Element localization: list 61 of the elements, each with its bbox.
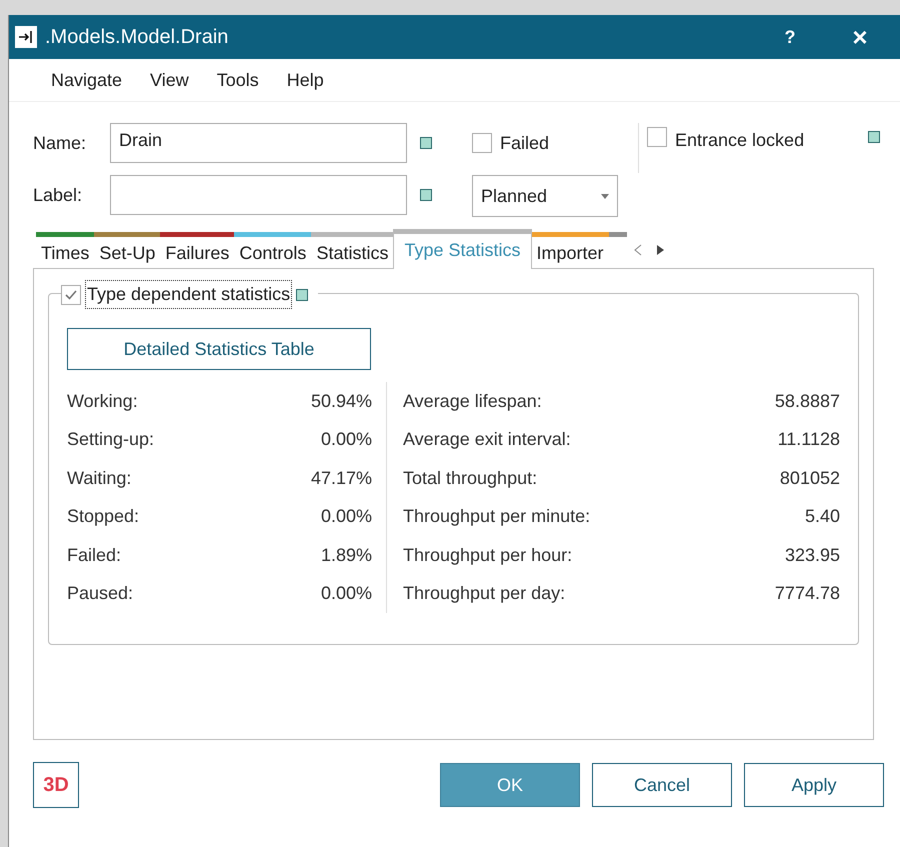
tab-scroll-left-icon[interactable] <box>632 244 642 256</box>
field-label: Name: <box>33 132 88 154</box>
stat-label: Failed: <box>67 544 122 567</box>
stat-value: 0.00% <box>320 428 372 452</box>
menu-item[interactable]: Help <box>276 66 334 94</box>
menu-item[interactable]: View <box>140 66 199 94</box>
3d-badge[interactable]: 3D <box>33 762 79 808</box>
stat-value: 0.00% <box>320 505 372 528</box>
stat-value: 323.95 <box>784 544 840 567</box>
tab[interactable]: Importer <box>532 232 609 268</box>
checkbox[interactable] <box>61 284 81 304</box>
stat-value: 47.17% <box>310 466 372 490</box>
dropdown[interactable]: Planned <box>472 175 618 217</box>
stat-value: 58.8887 <box>774 390 840 413</box>
help-button[interactable]: ? <box>760 24 820 50</box>
stat-label: Waiting: <box>67 466 132 490</box>
stat-value: 50.94% <box>310 390 372 413</box>
text-field[interactable]: Drain <box>110 123 407 163</box>
app-icon <box>15 26 37 48</box>
tab[interactable]: Failures <box>160 232 234 268</box>
caret-icon <box>601 194 609 198</box>
stat-value: 7774.78 <box>774 582 840 606</box>
stat-label: Setting-up: <box>67 428 154 452</box>
stat-label: Total throughput: <box>403 466 538 490</box>
stat-label: Average exit interval: <box>403 428 571 452</box>
stat-value: 1.89% <box>320 544 372 567</box>
inheritance-icon[interactable] <box>868 131 880 143</box>
dialog-button[interactable]: Apply <box>744 763 884 807</box>
detailed-statistics-button[interactable]: Detailed Statistics Table <box>67 328 371 370</box>
stat-label: Throughput per day: <box>403 582 566 606</box>
checkmark-icon <box>65 290 77 300</box>
stat-value: 801052 <box>780 466 840 490</box>
tab[interactable]: Set-Up <box>94 232 160 268</box>
close-button[interactable]: × <box>820 18 900 56</box>
stat-value: 11.1128 <box>778 428 840 452</box>
tab[interactable]: Controls <box>234 232 312 268</box>
tab[interactable]: Type Statistics <box>393 229 532 269</box>
menu-item[interactable]: Navigate <box>41 66 132 94</box>
stat-label: Working: <box>67 390 138 413</box>
field-label: Label: <box>33 184 84 206</box>
inheritance-icon[interactable] <box>420 137 432 149</box>
inheritance-icon[interactable] <box>296 288 308 300</box>
text-field[interactable] <box>110 175 407 215</box>
stat-label: Paused: <box>67 582 134 606</box>
stat-value: 0.00% <box>320 582 372 606</box>
stat-value: 5.40 <box>804 505 840 528</box>
stat-label: Throughput per minute: <box>403 505 590 528</box>
checkbox[interactable] <box>472 133 492 153</box>
group-title: Type dependent statistics <box>85 280 292 309</box>
tab-scroll-right-icon[interactable] <box>656 244 665 256</box>
menu-item[interactable]: Tools <box>206 66 269 94</box>
dialog-button[interactable]: Cancel <box>592 763 732 807</box>
window-title: .Models.Model.Drain <box>45 25 228 50</box>
stat-label: Throughput per hour: <box>403 544 572 567</box>
checkbox-label: Entrance locked <box>675 129 804 152</box>
checkbox[interactable] <box>647 127 667 147</box>
stat-label: Average lifespan: <box>403 390 542 413</box>
tab[interactable]: Times <box>36 232 94 268</box>
stat-label: Stopped: <box>67 505 140 528</box>
inheritance-icon[interactable] <box>420 189 432 201</box>
checkbox-label: Failed <box>500 132 550 154</box>
